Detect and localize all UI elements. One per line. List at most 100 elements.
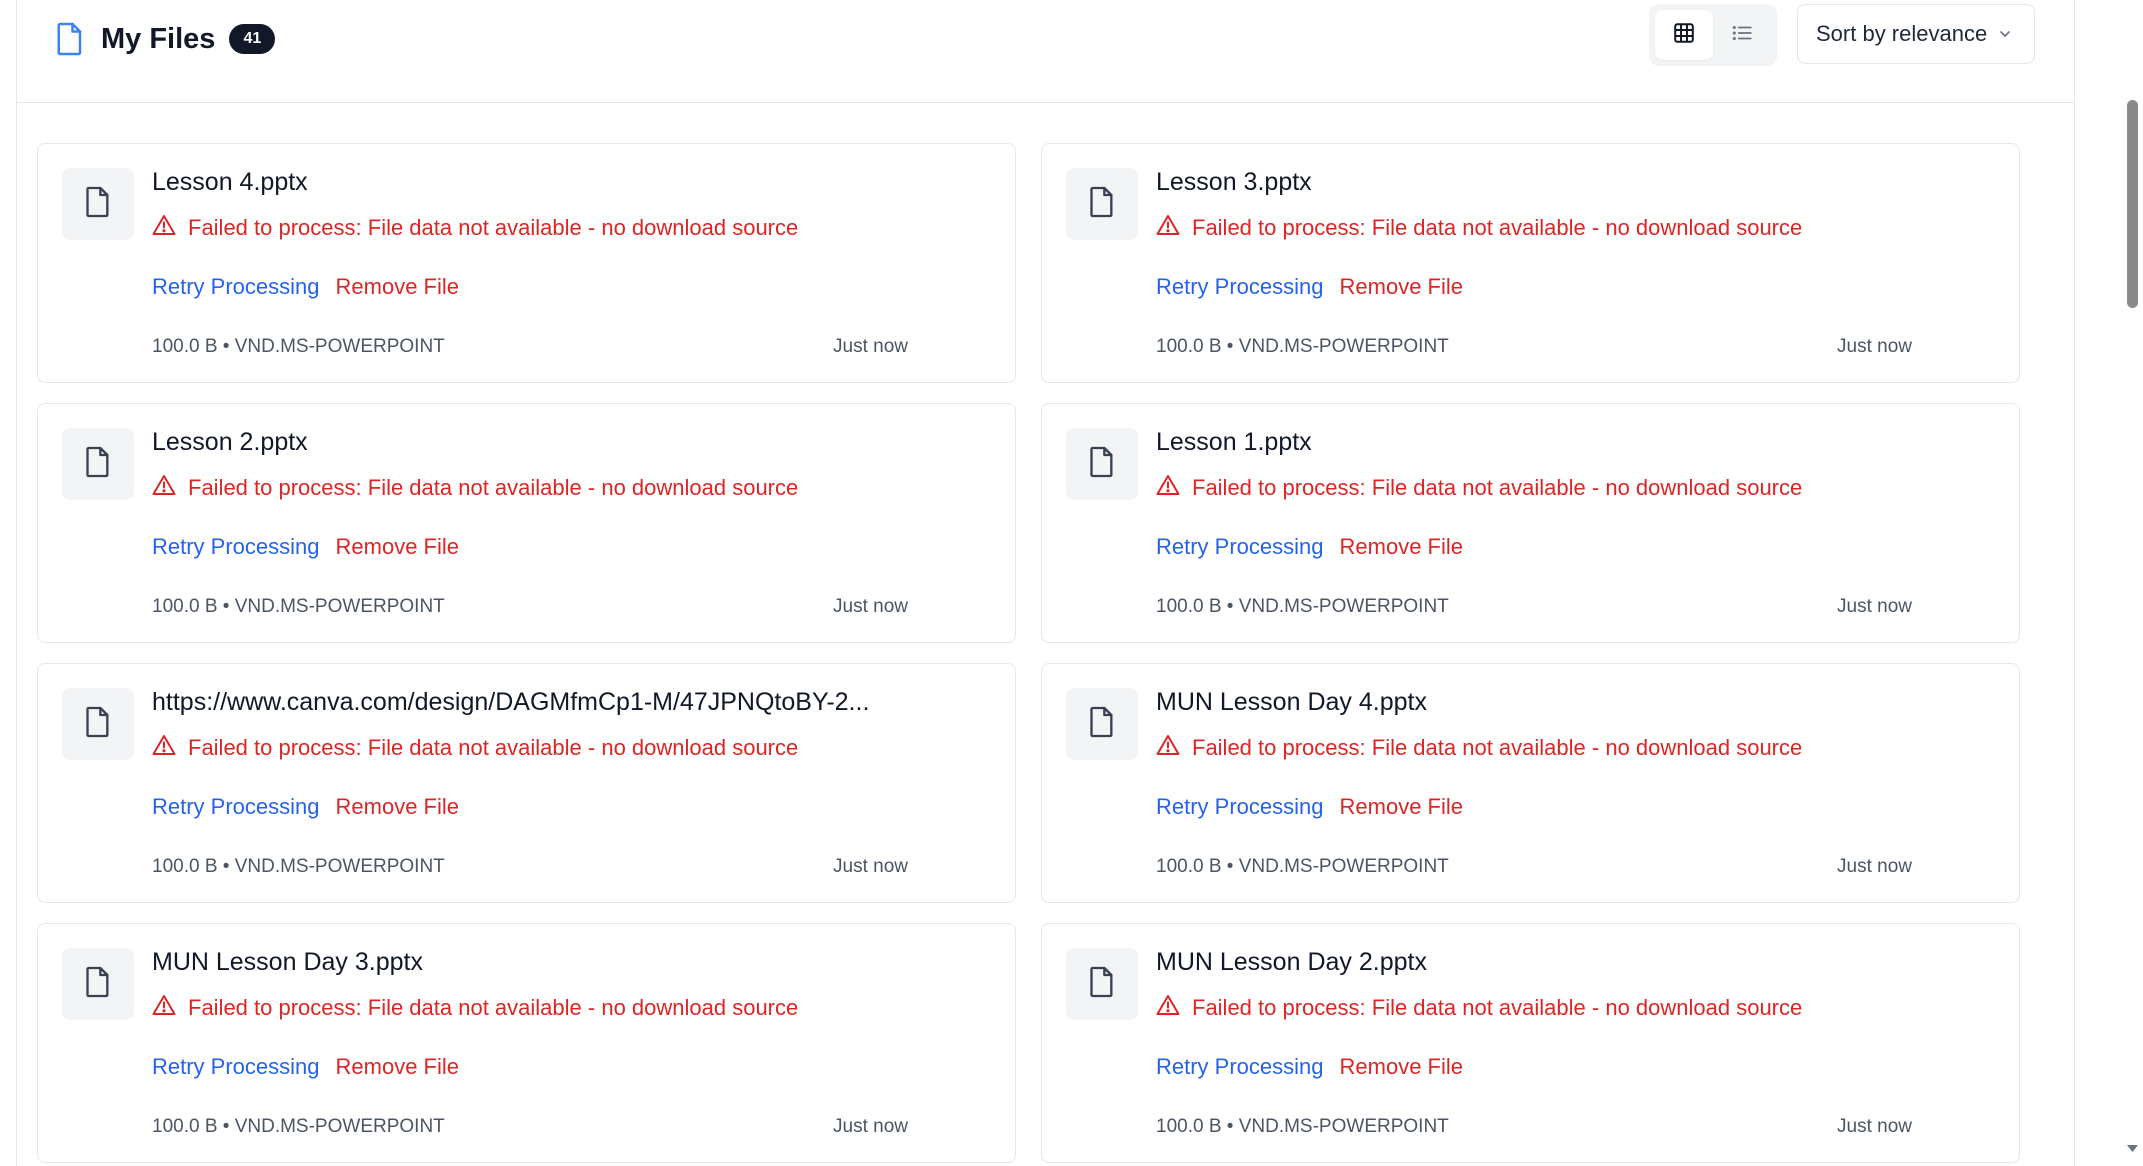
file-meta: 100.0 B • VND.MS-POWERPOINT xyxy=(152,336,445,357)
file-thumbnail xyxy=(62,688,134,760)
error-message: Failed to process: File data not availab… xyxy=(152,474,798,501)
file-icon xyxy=(1088,185,1116,224)
file-thumbnail xyxy=(1066,948,1138,1020)
error-text: Failed to process: File data not availab… xyxy=(1192,734,1803,760)
file-name: Lesson 2.pptx xyxy=(152,428,308,456)
retry-processing-button[interactable]: Retry Processing xyxy=(152,794,320,820)
retry-processing-button[interactable]: Retry Processing xyxy=(1156,274,1324,300)
file-thumbnail xyxy=(62,428,134,500)
file-card[interactable]: Lesson 4.pptx Failed to process: File da… xyxy=(37,143,1016,383)
file-timestamp: Just now xyxy=(1837,596,1912,617)
grid-view-button[interactable] xyxy=(1655,10,1713,60)
warning-icon xyxy=(152,474,176,501)
warning-icon xyxy=(1156,994,1180,1021)
warning-icon xyxy=(1156,214,1180,241)
grid-icon xyxy=(1673,22,1695,49)
sort-label: Sort by relevance xyxy=(1816,21,1988,46)
warning-icon xyxy=(152,734,176,761)
error-message: Failed to process: File data not availab… xyxy=(152,734,798,761)
file-icon xyxy=(1088,705,1116,744)
file-timestamp: Just now xyxy=(833,336,908,357)
remove-file-button[interactable]: Remove File xyxy=(336,1054,459,1080)
file-meta: 100.0 B • VND.MS-POWERPOINT xyxy=(152,596,445,617)
view-mode-toggle xyxy=(1649,4,1777,66)
remove-file-button[interactable]: Remove File xyxy=(336,274,459,300)
card-actions: Retry Processing Remove File xyxy=(152,274,459,300)
scrollbar[interactable] xyxy=(2122,0,2143,1157)
retry-processing-button[interactable]: Retry Processing xyxy=(152,534,320,560)
file-card[interactable]: Lesson 2.pptx Failed to process: File da… xyxy=(37,403,1016,643)
file-name: Lesson 1.pptx xyxy=(1156,428,1312,456)
file-meta: 100.0 B • VND.MS-POWERPOINT xyxy=(1156,596,1449,617)
retry-processing-button[interactable]: Retry Processing xyxy=(152,274,320,300)
retry-processing-button[interactable]: Retry Processing xyxy=(152,1054,320,1080)
file-icon xyxy=(1088,965,1116,1004)
error-text: Failed to process: File data not availab… xyxy=(1192,214,1803,240)
error-text: Failed to process: File data not availab… xyxy=(188,474,799,500)
sort-dropdown[interactable]: Sort by relevance xyxy=(1797,4,2035,64)
error-message: Failed to process: File data not availab… xyxy=(152,994,798,1021)
remove-file-button[interactable]: Remove File xyxy=(1340,534,1463,560)
file-thumbnail xyxy=(1066,168,1138,240)
error-text: Failed to process: File data not availab… xyxy=(188,994,799,1020)
file-card[interactable]: Lesson 1.pptx Failed to process: File da… xyxy=(1041,403,2020,643)
file-card[interactable]: MUN Lesson Day 4.pptx Failed to process:… xyxy=(1041,663,2020,903)
remove-file-button[interactable]: Remove File xyxy=(1340,274,1463,300)
file-card[interactable]: Lesson 3.pptx Failed to process: File da… xyxy=(1041,143,2020,383)
file-card[interactable]: MUN Lesson Day 3.pptx Failed to process:… xyxy=(37,923,1016,1163)
file-card[interactable]: https://www.canva.com/design/DAGMfmCp1-M… xyxy=(37,663,1016,903)
file-timestamp: Just now xyxy=(833,596,908,617)
file-thumbnail xyxy=(62,168,134,240)
remove-file-button[interactable]: Remove File xyxy=(336,794,459,820)
file-name: Lesson 3.pptx xyxy=(1156,168,1312,196)
file-name: MUN Lesson Day 3.pptx xyxy=(152,948,423,976)
file-icon xyxy=(84,445,112,484)
retry-processing-button[interactable]: Retry Processing xyxy=(1156,794,1324,820)
scrollbar-thumb[interactable] xyxy=(2127,100,2138,308)
file-timestamp: Just now xyxy=(1837,1116,1912,1137)
file-meta: 100.0 B • VND.MS-POWERPOINT xyxy=(1156,336,1449,357)
file-name: https://www.canva.com/design/DAGMfmCp1-M… xyxy=(152,688,870,716)
file-thumbnail xyxy=(1066,688,1138,760)
scroll-down-arrow-icon[interactable] xyxy=(2127,1140,2138,1158)
file-thumbnail xyxy=(1066,428,1138,500)
file-thumbnail xyxy=(62,948,134,1020)
remove-file-button[interactable]: Remove File xyxy=(1340,1054,1463,1080)
card-actions: Retry Processing Remove File xyxy=(152,1054,459,1080)
file-count-badge: 41 xyxy=(229,24,276,54)
retry-processing-button[interactable]: Retry Processing xyxy=(1156,1054,1324,1080)
file-card[interactable]: MUN Lesson Day 2.pptx Failed to process:… xyxy=(1041,923,2020,1163)
file-timestamp: Just now xyxy=(1837,336,1912,357)
file-timestamp: Just now xyxy=(833,856,908,877)
error-message: Failed to process: File data not availab… xyxy=(1156,474,1802,501)
error-text: Failed to process: File data not availab… xyxy=(188,214,799,240)
remove-file-button[interactable]: Remove File xyxy=(336,534,459,560)
error-text: Failed to process: File data not availab… xyxy=(1192,474,1803,500)
file-icon xyxy=(84,185,112,224)
card-actions: Retry Processing Remove File xyxy=(152,534,459,560)
remove-file-button[interactable]: Remove File xyxy=(1340,794,1463,820)
card-actions: Retry Processing Remove File xyxy=(1156,274,1463,300)
file-icon xyxy=(1088,445,1116,484)
card-actions: Retry Processing Remove File xyxy=(152,794,459,820)
card-actions: Retry Processing Remove File xyxy=(1156,1054,1463,1080)
card-actions: Retry Processing Remove File xyxy=(1156,794,1463,820)
error-text: Failed to process: File data not availab… xyxy=(188,734,799,760)
file-meta: 100.0 B • VND.MS-POWERPOINT xyxy=(152,1116,445,1137)
error-message: Failed to process: File data not availab… xyxy=(1156,994,1802,1021)
files-header: My Files 41 Sort by relevance xyxy=(17,0,2074,103)
file-icon xyxy=(84,965,112,1004)
warning-icon xyxy=(152,994,176,1021)
error-message: Failed to process: File data not availab… xyxy=(1156,734,1802,761)
file-name: Lesson 4.pptx xyxy=(152,168,308,196)
title-group: My Files 41 xyxy=(55,14,276,64)
file-meta: 100.0 B • VND.MS-POWERPOINT xyxy=(1156,1116,1449,1137)
list-view-button[interactable] xyxy=(1713,10,1771,60)
retry-processing-button[interactable]: Retry Processing xyxy=(1156,534,1324,560)
document-icon xyxy=(55,21,85,57)
file-timestamp: Just now xyxy=(833,1116,908,1137)
file-name: MUN Lesson Day 4.pptx xyxy=(1156,688,1427,716)
file-icon xyxy=(84,705,112,744)
warning-icon xyxy=(152,214,176,241)
file-name: MUN Lesson Day 2.pptx xyxy=(1156,948,1427,976)
